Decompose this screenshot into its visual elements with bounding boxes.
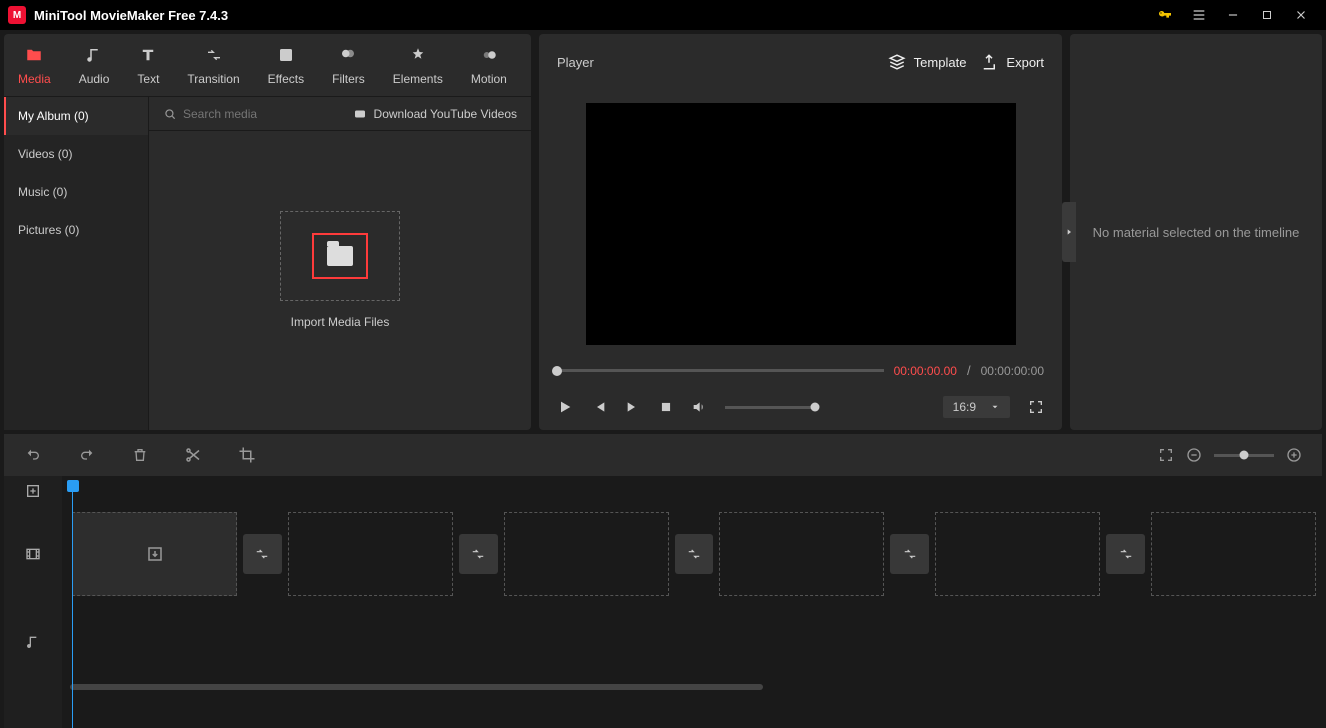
timeline-slot[interactable] [719,512,884,596]
transition-slot[interactable] [243,534,282,574]
import-label: Import Media Files [291,315,390,329]
export-icon [980,53,998,71]
media-drop-zone[interactable]: Import Media Files [149,131,531,430]
play-button[interactable] [557,399,573,415]
timecode-duration: 00:00:00:00 [981,364,1044,378]
timeline-slot[interactable] [1151,512,1316,596]
hamburger-menu-icon[interactable] [1182,0,1216,30]
sidebar-item-videos[interactable]: Videos (0) [4,135,148,173]
template-button[interactable]: Template [888,53,967,71]
elements-icon [409,44,427,66]
sidebar-item-music[interactable]: Music (0) [4,173,148,211]
search-icon [163,107,177,121]
transition-slot[interactable] [890,534,929,574]
media-category-list: My Album (0) Videos (0) Music (0) Pictur… [4,97,149,430]
playhead[interactable] [72,480,73,728]
youtube-icon [352,108,368,120]
delete-button[interactable] [132,446,148,464]
tab-text[interactable]: Text [123,44,173,86]
effects-icon [277,44,295,66]
timeline-scrollbar[interactable] [62,682,1322,692]
properties-panel: No material selected on the timeline [1070,34,1322,430]
sidebar-item-my-album[interactable]: My Album (0) [4,97,148,135]
split-button[interactable] [184,446,202,464]
zoom-out-button[interactable] [1186,447,1202,463]
next-frame-button[interactable] [625,399,641,415]
volume-slider[interactable] [725,406,815,409]
activate-key-icon[interactable] [1148,0,1182,30]
aspect-ratio-select[interactable]: 16:9 [943,396,1010,418]
music-note-icon [85,44,103,66]
undo-button[interactable] [24,447,42,463]
transition-icon [204,44,224,66]
download-icon [146,545,164,563]
media-panel: Media Audio Text Transition Effects Filt… [4,34,531,430]
template-icon [888,53,906,71]
search-input[interactable] [183,107,323,121]
transition-slot[interactable] [459,534,498,574]
close-button[interactable] [1284,0,1318,30]
folder-icon [23,44,45,66]
fullscreen-button[interactable] [1028,399,1044,415]
video-track[interactable] [62,506,1322,602]
tab-motion[interactable]: Motion [457,44,521,86]
timecode-current: 00:00:00.00 [894,364,957,378]
app-logo-icon: M [8,6,26,24]
tab-effects[interactable]: Effects [254,44,318,86]
zoom-in-button[interactable] [1286,447,1302,463]
minimize-button[interactable] [1216,0,1250,30]
properties-empty-text: No material selected on the timeline [1093,225,1300,240]
audio-track-icon [4,602,62,682]
maximize-button[interactable] [1250,0,1284,30]
timeline-ruler[interactable] [62,476,1322,506]
video-track-icon [4,506,62,602]
timeline-slot[interactable] [504,512,669,596]
prev-frame-button[interactable] [591,399,607,415]
title-bar: M MiniTool MovieMaker Free 7.4.3 [0,0,1326,30]
download-youtube-button[interactable]: Download YouTube Videos [352,107,517,121]
transition-slot[interactable] [1106,534,1145,574]
crop-button[interactable] [238,446,256,464]
export-button[interactable]: Export [980,53,1044,71]
tab-audio[interactable]: Audio [65,44,124,86]
motion-icon [480,44,498,66]
tab-media[interactable]: Media [4,44,65,86]
add-track-button[interactable] [4,476,62,506]
seek-slider[interactable] [557,369,884,372]
player-panel: Player Template Export 00:00:00.00 / 00:… [539,34,1062,430]
timeline-slot[interactable] [935,512,1100,596]
volume-button[interactable] [691,399,707,415]
tab-transition[interactable]: Transition [173,44,253,86]
sidebar-item-pictures[interactable]: Pictures (0) [4,211,148,249]
chevron-down-icon [990,402,1000,412]
folder-icon [327,246,353,266]
zoom-slider[interactable] [1214,454,1274,457]
app-title: MiniTool MovieMaker Free 7.4.3 [34,8,228,23]
preview-area [539,90,1062,357]
main-tabs: Media Audio Text Transition Effects Filt… [4,34,531,97]
timeline-panel [4,434,1322,728]
transition-slot[interactable] [675,534,714,574]
tab-filters[interactable]: Filters [318,44,379,86]
text-icon [138,44,158,66]
redo-button[interactable] [78,447,96,463]
audio-track[interactable] [62,602,1322,682]
player-title: Player [557,55,594,70]
tab-elements[interactable]: Elements [379,44,457,86]
collapse-properties-button[interactable] [1062,202,1076,262]
chevron-right-icon [1065,226,1073,238]
timeline-slot[interactable] [72,512,237,596]
stop-button[interactable] [659,400,673,414]
import-box[interactable] [280,211,400,301]
auto-fit-button[interactable] [1158,447,1174,463]
timeline-slot[interactable] [288,512,453,596]
preview-canvas[interactable] [586,103,1016,345]
filters-icon [338,44,358,66]
